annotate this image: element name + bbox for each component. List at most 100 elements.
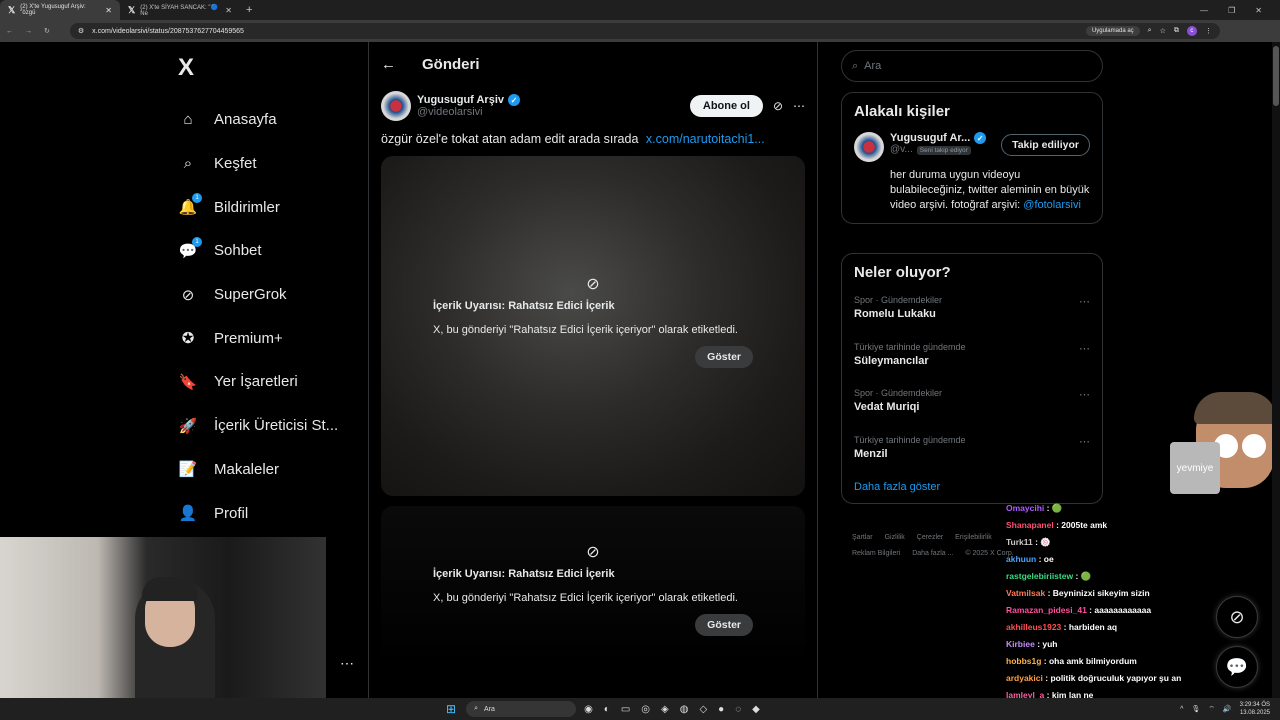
app-icon[interactable]: ◎ <box>641 704 650 715</box>
chat-username[interactable]: Shanapanel <box>1006 520 1054 530</box>
menu-icon[interactable]: ⋮ <box>1205 27 1212 35</box>
chat-username[interactable]: Vatmilsak <box>1006 588 1045 598</box>
footer-link[interactable]: Erişilebilirlik <box>955 534 992 541</box>
more-options-icon[interactable]: ⋯ <box>1079 295 1090 308</box>
warning-title: İçerik Uyarısı: Rahatsız Edici İçerik <box>433 568 615 580</box>
more-options-icon[interactable]: ⋯ <box>793 99 805 113</box>
app-icon[interactable]: ◆ <box>752 704 760 715</box>
grok-fab-icon[interactable]: ⊘ <box>1216 596 1258 638</box>
avatar[interactable] <box>854 132 884 162</box>
footer-link[interactable]: Reklam Bilgileri <box>852 550 900 557</box>
grok-icon[interactable]: ⊘ <box>773 99 783 113</box>
star-icon[interactable]: ☆ <box>1160 27 1166 35</box>
chat-username[interactable]: hobbs1g <box>1006 656 1041 666</box>
nav-item-0[interactable]: ⌂ Anasayfa <box>170 98 360 142</box>
back-icon[interactable]: ← <box>6 28 13 35</box>
window-close-icon[interactable]: ✕ <box>1255 6 1262 15</box>
windows-start-icon[interactable]: ⊞ <box>446 702 456 716</box>
x-logo-icon[interactable]: X <box>178 54 360 82</box>
subscribe-button[interactable]: Abone ol <box>689 95 763 117</box>
app-icon[interactable]: ◌ <box>735 704 741 715</box>
search-input[interactable]: ⌕ Ara <box>841 50 1103 82</box>
app-icon[interactable]: ◇ <box>699 704 707 715</box>
open-in-app-button[interactable]: Uygulamada aç <box>1085 26 1140 36</box>
related-person[interactable]: Yugusuguf Ar... ✓ @v... Seni takip ediyor… <box>842 128 1102 162</box>
more-options-icon[interactable]: ⋯ <box>1079 435 1090 448</box>
footer-link[interactable]: Şartlar <box>852 534 873 541</box>
wifi-icon[interactable]: ⌔ <box>1208 705 1215 714</box>
clock-time: 3:29:34 ÖS <box>1239 702 1270 708</box>
scrollbar[interactable] <box>1272 42 1280 698</box>
post-link[interactable]: x.com/narutoitachi1... <box>646 132 765 146</box>
url-field[interactable]: ⚙ x.com/videolarsivi/status/208753762770… <box>69 23 1220 39</box>
more-options-icon[interactable]: ⋯ <box>1079 342 1090 355</box>
chat-username[interactable]: Omaycihi <box>1006 503 1044 513</box>
scrollbar-thumb[interactable] <box>1273 46 1279 106</box>
spotify-icon[interactable]: ● <box>718 704 724 715</box>
trend-item[interactable]: Türkiye tarihinde gündemde Süleymancılar ⋯ <box>842 336 1102 383</box>
extensions-icon[interactable]: ⧉ <box>1174 27 1179 35</box>
minimize-icon[interactable]: — <box>1200 6 1208 15</box>
forward-icon[interactable]: → <box>25 28 32 35</box>
nav-item-8[interactable]: 📝 Makaleler <box>170 448 360 492</box>
profile-avatar[interactable]: c <box>1186 26 1197 36</box>
browser-tab-active[interactable]: 𝕏 (2) X'te Yugusuguf Arşiv: "özgü ✕ <box>0 0 120 20</box>
nav-item-5[interactable]: ✪ Premium+ <box>170 316 360 360</box>
chat-username[interactable]: rastgelebiriistew <box>1006 571 1073 581</box>
nav-item-4[interactable]: ⊘ SuperGrok <box>170 273 360 317</box>
author-avatar[interactable] <box>381 91 411 121</box>
edge-icon[interactable]: ◐ <box>604 704 610 715</box>
person-name[interactable]: Yugusuguf Ar... ✓ <box>890 132 1001 144</box>
author-name[interactable]: Yugusuguf Arşiv ✓ <box>417 94 520 106</box>
nav-item-3[interactable]: 💬 1 Sohbet <box>170 229 360 273</box>
chat-username[interactable]: ardyakici <box>1006 673 1043 683</box>
media-blurred[interactable]: ⊘ İçerik Uyarısı: Rahatsız Edici İçerik … <box>381 506 805 666</box>
show-button[interactable]: Göster <box>695 346 753 368</box>
chevron-up-icon[interactable]: ^ <box>1180 706 1183 713</box>
zoom-icon[interactable]: ⌕ <box>1148 27 1152 35</box>
mic-icon[interactable]: 🎙 <box>1191 705 1200 713</box>
browser-tab[interactable]: 𝕏 (2) X'te SİYAH SANCAK: "🔵 Ne ✕ <box>120 0 240 20</box>
footer-link[interactable]: Gizlilik <box>885 534 905 541</box>
messages-fab-icon[interactable]: 💬 <box>1216 646 1258 688</box>
more-options-icon[interactable]: ⋯ <box>1079 388 1090 401</box>
nav-item-9[interactable]: 👤 Profil <box>170 491 360 535</box>
clock-date: 13.08.2025 <box>1239 710 1270 716</box>
nav-item-7[interactable]: 🚀 İçerik Üreticisi St... <box>170 404 360 448</box>
trend-item[interactable]: Spor · Gündemdekiler Vedat Muriqi ⋯ <box>842 382 1102 429</box>
chrome-icon[interactable]: ◉ <box>584 704 593 715</box>
trend-item[interactable]: Türkiye tarihinde gündemde Menzil ⋯ <box>842 429 1102 476</box>
taskbar-search[interactable]: ⌕ Ara <box>466 701 577 717</box>
following-button[interactable]: Takip ediliyor <box>1001 134 1090 156</box>
close-icon[interactable]: ✕ <box>105 6 112 15</box>
trend-item[interactable]: Spor · Gündemdekiler Romelu Lukaku ⋯ <box>842 289 1102 336</box>
footer-link[interactable]: Çerezler <box>917 534 943 541</box>
folder-icon[interactable]: ▭ <box>621 704 630 715</box>
show-button[interactable]: Göster <box>695 614 753 636</box>
show-more-link[interactable]: Daha fazla göster <box>842 475 1102 503</box>
author-handle[interactable]: @videolarsivi <box>417 106 520 118</box>
site-info-icon[interactable]: ⚙ <box>78 27 84 35</box>
maximize-icon[interactable]: ❐ <box>1228 6 1235 15</box>
chat-username[interactable]: Kirbiee <box>1006 639 1035 649</box>
close-icon[interactable]: ✕ <box>225 6 232 15</box>
more-menu-icon[interactable]: ⋯ <box>340 655 354 672</box>
nav-item-2[interactable]: 🔔 1 Bildirimler <box>170 185 360 229</box>
new-tab-icon[interactable]: + <box>240 4 258 16</box>
reload-icon[interactable]: ↻ <box>44 27 50 35</box>
bio-mention-link[interactable]: @fotolarsivi <box>1023 199 1081 211</box>
clock[interactable]: 3:29:34 ÖS 13.08.2025 <box>1240 701 1270 717</box>
app-icon[interactable]: ◈ <box>661 704 669 715</box>
chat-username[interactable]: akhilleus1923 <box>1006 622 1061 632</box>
footer-link[interactable]: Daha fazla ... <box>912 550 953 557</box>
media-blurred[interactable]: ⊘ İçerik Uyarısı: Rahatsız Edici İçerik … <box>381 156 805 496</box>
discord-icon[interactable]: ◍ <box>680 704 689 715</box>
back-arrow-icon[interactable]: ← <box>381 56 396 73</box>
nav-item-1[interactable]: ⌕ Keşfet <box>170 142 360 186</box>
chat-username[interactable]: Turk11 <box>1006 537 1033 547</box>
notification-badge: 1 <box>192 236 202 247</box>
volume-icon[interactable]: 🔊 <box>1223 705 1232 713</box>
chat-username[interactable]: Ramazan_pidesi_41 <box>1006 605 1087 615</box>
chat-username[interactable]: akhuun <box>1006 554 1036 564</box>
nav-item-6[interactable]: 🔖 Yer İşaretleri <box>170 360 360 404</box>
